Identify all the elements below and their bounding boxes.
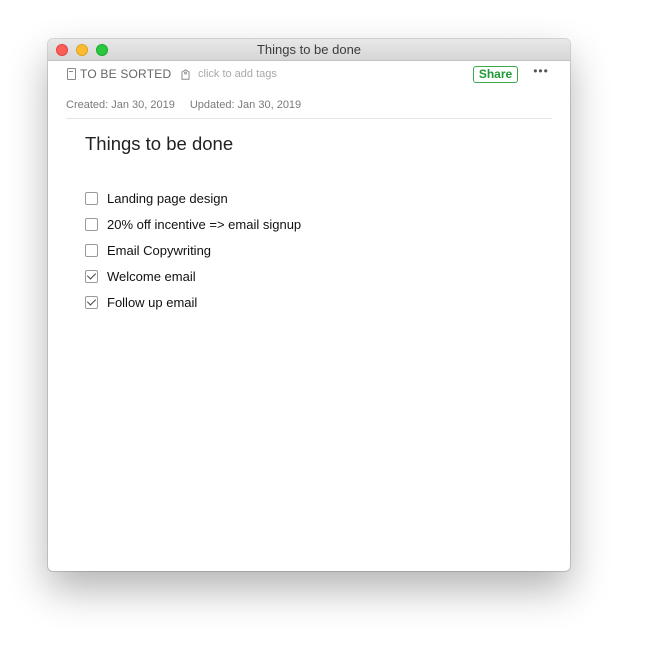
created-date: Created: Jan 30, 2019	[66, 99, 175, 111]
divider	[66, 118, 552, 119]
note-window: Things to be done TO BE SORTED click to …	[48, 39, 570, 571]
notebook-icon	[67, 68, 76, 80]
more-icon[interactable]: •••	[532, 65, 550, 80]
tags-field[interactable]: click to add tags	[181, 68, 277, 80]
window-title: Things to be done	[256, 42, 362, 57]
checkbox[interactable]	[85, 191, 98, 205]
checklist-item-label[interactable]: Landing page design	[107, 191, 228, 206]
checklist-item-label[interactable]: 20% off incentive => email signup	[107, 217, 301, 232]
checkbox[interactable]	[85, 269, 98, 283]
note-dates: Created: Jan 30, 2019 Updated: Jan 30, 2…	[66, 99, 301, 111]
checklist-item-label[interactable]: Follow up email	[107, 295, 197, 310]
notebook-selector[interactable]: TO BE SORTED	[67, 67, 171, 81]
checklist-item: 20% off incentive => email signup	[85, 211, 301, 237]
checklist-item: Welcome email	[85, 263, 301, 289]
notebook-name: TO BE SORTED	[80, 67, 172, 81]
updated-date: Updated: Jan 30, 2019	[189, 99, 302, 111]
checklist-item: Landing page design	[85, 185, 301, 211]
checkbox[interactable]	[85, 295, 98, 309]
checklist-item: Follow up email	[85, 289, 301, 315]
share-button[interactable]: Share	[473, 66, 518, 83]
checklist: Landing page design 20% off incentive =>…	[85, 185, 301, 315]
tag-icon	[181, 68, 190, 80]
checklist-item-label[interactable]: Welcome email	[107, 269, 196, 284]
checkbox[interactable]	[85, 217, 98, 231]
note-toolbar: TO BE SORTED click to add tags Share •••	[48, 61, 570, 99]
checkbox[interactable]	[85, 243, 98, 257]
title-bar[interactable]: Things to be done	[48, 39, 570, 61]
note-title[interactable]: Things to be done	[85, 133, 233, 155]
checklist-item: Email Copywriting	[85, 237, 301, 263]
checklist-item-label[interactable]: Email Copywriting	[107, 243, 211, 258]
tags-placeholder: click to add tags	[198, 68, 277, 80]
